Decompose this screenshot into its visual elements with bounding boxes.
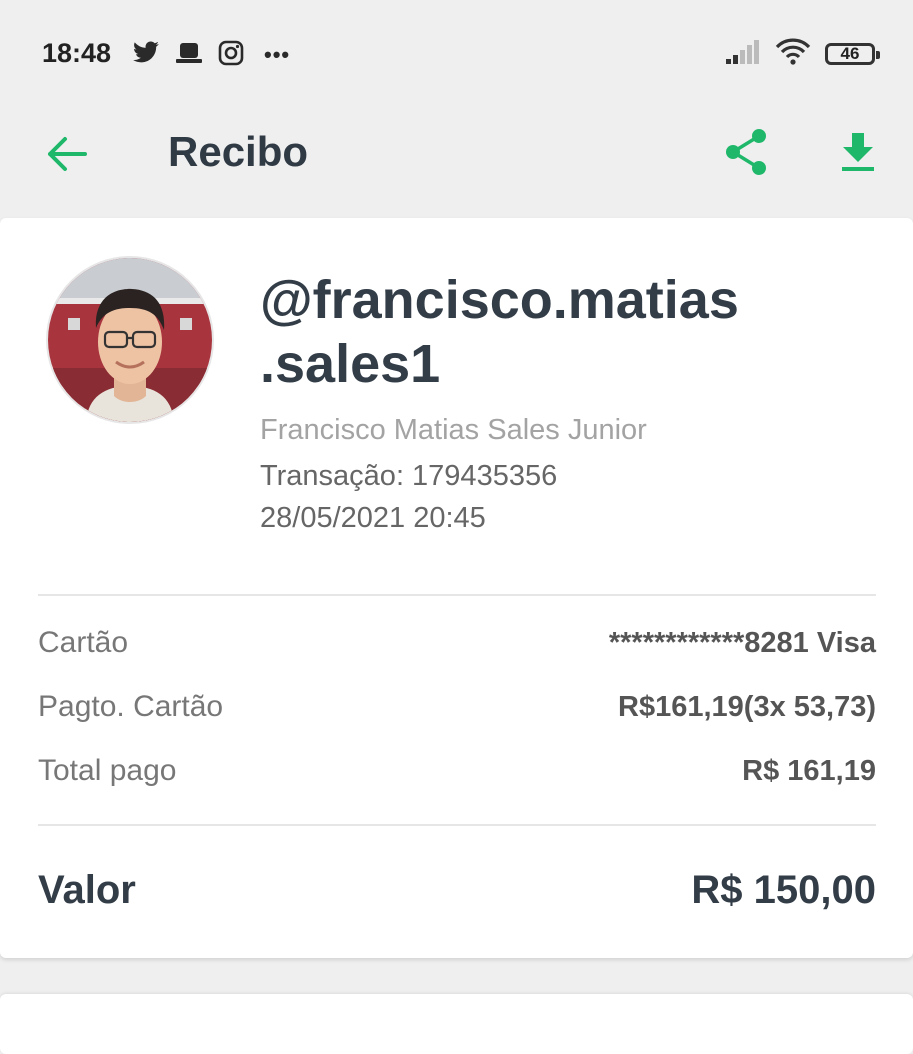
status-bar: 18:48 ••• 46	[0, 0, 913, 108]
more-notifications-icon: •••	[264, 42, 291, 67]
detail-value: ************8281 Visa	[608, 626, 876, 659]
full-name: Francisco Matias Sales Junior	[260, 414, 647, 446]
hat-icon	[174, 41, 204, 70]
divider	[38, 824, 876, 826]
twitter-icon	[132, 40, 160, 70]
username-line-2: .sales1	[260, 334, 441, 394]
notification-icons: •••	[132, 38, 290, 72]
detail-value: R$ 161,19	[742, 754, 876, 787]
username-line-1: @francisco.matias	[260, 270, 739, 330]
page-title: Recibo	[168, 128, 309, 175]
transaction-id: Transação: 179435356	[260, 460, 558, 492]
battery-level: 46	[840, 44, 860, 63]
total-value: R$ 150,00	[691, 868, 876, 912]
divider	[38, 594, 876, 596]
wifi-icon	[775, 38, 811, 71]
detail-value: R$161,19(3x 53,73)	[618, 690, 876, 723]
detail-label: Total pago	[38, 754, 177, 787]
status-time: 18:48	[42, 38, 112, 68]
instagram-icon	[218, 40, 244, 71]
detail-label: Cartão	[38, 626, 129, 659]
avatar	[46, 256, 214, 424]
signal-icon	[725, 39, 761, 70]
download-button[interactable]	[830, 126, 886, 182]
username: @francisco.matias .sales1	[260, 268, 880, 396]
system-icons: 46	[725, 36, 880, 72]
transaction-datetime: 28/05/2021 20:45	[260, 502, 486, 534]
download-icon	[839, 131, 877, 178]
total-row: Valor R$ 150,00	[38, 868, 876, 913]
battery-icon: 46	[825, 43, 880, 65]
app-bar: Recibo	[0, 108, 913, 208]
back-arrow-icon	[45, 136, 87, 177]
secondary-card	[0, 994, 913, 1054]
detail-label: Pagto. Cartão	[38, 690, 224, 723]
detail-row-total-paid: Total pago R$ 161,19	[38, 754, 876, 788]
back-button[interactable]	[40, 130, 92, 182]
detail-row-card: Cartão ************8281 Visa	[38, 626, 876, 660]
share-button[interactable]	[718, 126, 774, 182]
receipt-card: @francisco.matias .sales1 Francisco Mati…	[0, 218, 913, 958]
total-label: Valor	[38, 868, 136, 912]
detail-row-card-payment: Pagto. Cartão R$161,19(3x 53,73)	[38, 690, 876, 724]
share-icon	[723, 127, 769, 182]
